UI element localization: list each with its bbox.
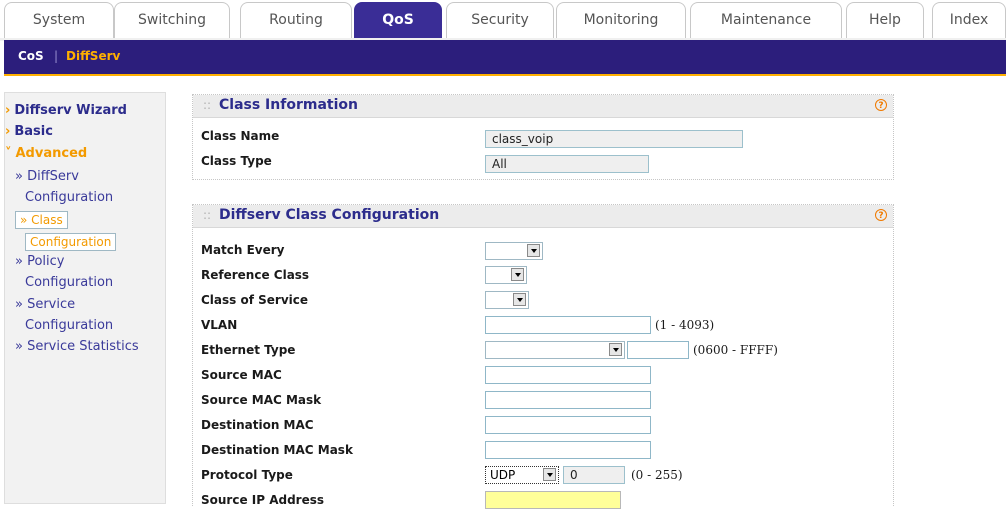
tab-label: Index bbox=[949, 12, 989, 28]
tab-label: QoS bbox=[382, 12, 414, 28]
class-name-label: Class Name bbox=[201, 129, 280, 143]
tab-label: Monitoring bbox=[583, 12, 659, 28]
ethernet-type-range: (0600 - FFFF) bbox=[693, 343, 778, 357]
tab-label: System bbox=[32, 12, 86, 28]
subnav-diffserv[interactable]: DiffServ bbox=[66, 49, 120, 63]
nav-label: Advanced bbox=[15, 146, 88, 161]
source-ip-label: Source IP Address bbox=[201, 493, 325, 507]
source-mac-mask-label: Source MAC Mask bbox=[201, 393, 322, 407]
ethernet-type-input[interactable] bbox=[627, 341, 689, 359]
tab-system[interactable]: System bbox=[4, 2, 114, 38]
class-of-service-select[interactable] bbox=[485, 291, 529, 309]
protocol-type-value: UDP bbox=[490, 468, 516, 482]
nav-label: Diffserv Wizard bbox=[14, 103, 127, 118]
ethernet-type-label: Ethernet Type bbox=[201, 343, 296, 357]
tab-switching[interactable]: Switching bbox=[114, 2, 230, 38]
protocol-number-input[interactable]: 0 bbox=[563, 466, 625, 484]
tab-routing[interactable]: Routing bbox=[240, 2, 352, 38]
sub-navigation: CoS | DiffServ bbox=[4, 40, 1006, 76]
nav-class-config[interactable]: » Class bbox=[15, 211, 68, 229]
subnav-cos[interactable]: CoS bbox=[18, 49, 44, 63]
nav-policy-config[interactable]: » Policy bbox=[15, 254, 64, 269]
tab-monitoring[interactable]: Monitoring bbox=[556, 2, 686, 38]
destination-mac-mask-input[interactable] bbox=[485, 441, 651, 459]
chevron-down-icon: ˅ bbox=[5, 146, 12, 161]
ethernet-type-select[interactable] bbox=[485, 341, 625, 359]
class-configuration-header: :: Diffserv Class Configuration ? bbox=[193, 205, 893, 228]
protocol-type-select[interactable]: UDP bbox=[485, 466, 559, 484]
vlan-input[interactable] bbox=[485, 316, 651, 334]
help-icon[interactable]: ? bbox=[875, 99, 887, 111]
tab-maintenance[interactable]: Maintenance bbox=[690, 2, 842, 38]
source-mac-label: Source MAC bbox=[201, 368, 282, 382]
match-every-label: Match Every bbox=[201, 243, 285, 257]
reference-class-label: Reference Class bbox=[201, 268, 310, 282]
destination-mac-mask-label: Destination MAC Mask bbox=[201, 443, 353, 457]
destination-mac-input[interactable] bbox=[485, 416, 651, 434]
class-type-label: Class Type bbox=[201, 154, 272, 168]
panel-title: Class Information bbox=[219, 97, 358, 113]
tab-label: Routing bbox=[269, 12, 323, 28]
tab-label: Security bbox=[471, 12, 529, 28]
top-tab-bar: System Switching Routing QoS Security Mo… bbox=[0, 0, 1006, 41]
destination-mac-label: Destination MAC bbox=[201, 418, 314, 432]
nav-diffserv-config[interactable]: » DiffServ bbox=[15, 169, 79, 184]
nav-diffserv-wizard[interactable]: › Diffserv Wizard bbox=[5, 103, 127, 118]
protocol-type-label: Protocol Type bbox=[201, 468, 293, 482]
protocol-range: (0 - 255) bbox=[631, 468, 683, 482]
dropdown-arrow-icon bbox=[527, 244, 540, 257]
left-navigation: › Diffserv Wizard › Basic ˅ Advanced » Diff… bbox=[4, 92, 166, 504]
source-mac-mask-input[interactable] bbox=[485, 391, 651, 409]
nav-diffserv-config-cont[interactable]: Configuration bbox=[25, 190, 113, 205]
vlan-label: VLAN bbox=[201, 318, 238, 332]
dropdown-arrow-icon bbox=[609, 343, 622, 356]
class-name-field: class_voip bbox=[485, 130, 743, 148]
nav-service-config-cont[interactable]: Configuration bbox=[25, 318, 113, 333]
nav-label: Basic bbox=[14, 124, 53, 139]
dropdown-arrow-icon bbox=[513, 293, 526, 306]
class-information-header: :: Class Information ? bbox=[193, 95, 893, 118]
chevron-right-icon: › bbox=[5, 124, 11, 139]
tab-label: Maintenance bbox=[720, 12, 812, 28]
class-configuration-panel: :: Diffserv Class Configuration ? Match … bbox=[192, 204, 894, 509]
class-of-service-label: Class of Service bbox=[201, 293, 309, 307]
subnav-separator: | bbox=[54, 49, 59, 63]
tab-label: Help bbox=[869, 12, 901, 28]
nav-service-config[interactable]: » Service bbox=[15, 297, 75, 312]
tab-qos[interactable]: QoS bbox=[354, 2, 442, 38]
tab-security[interactable]: Security bbox=[446, 2, 554, 38]
source-ip-input[interactable] bbox=[485, 491, 621, 509]
nav-basic[interactable]: › Basic bbox=[5, 124, 53, 139]
tab-label: Switching bbox=[138, 12, 206, 28]
vlan-range: (1 - 4093) bbox=[655, 318, 715, 332]
header-grip-icon: :: bbox=[203, 208, 212, 222]
panel-title: Diffserv Class Configuration bbox=[219, 207, 440, 223]
nav-class-config-cont[interactable]: Configuration bbox=[25, 233, 117, 251]
dropdown-arrow-icon bbox=[511, 268, 524, 281]
tab-index[interactable]: Index bbox=[932, 2, 1006, 38]
class-type-field: All bbox=[485, 155, 649, 173]
nav-advanced[interactable]: ˅ Advanced bbox=[5, 146, 87, 161]
chevron-right-icon: › bbox=[5, 103, 11, 118]
match-every-select[interactable] bbox=[485, 242, 543, 260]
source-mac-input[interactable] bbox=[485, 366, 651, 384]
nav-service-statistics[interactable]: » Service Statistics bbox=[15, 339, 139, 354]
tab-help[interactable]: Help bbox=[846, 2, 924, 38]
reference-class-select[interactable] bbox=[485, 266, 527, 284]
class-information-panel: :: Class Information ? Class Name class_… bbox=[192, 94, 894, 180]
dropdown-arrow-icon bbox=[543, 468, 556, 481]
nav-policy-config-cont[interactable]: Configuration bbox=[25, 275, 113, 290]
header-grip-icon: :: bbox=[203, 98, 212, 112]
help-icon[interactable]: ? bbox=[875, 209, 887, 221]
